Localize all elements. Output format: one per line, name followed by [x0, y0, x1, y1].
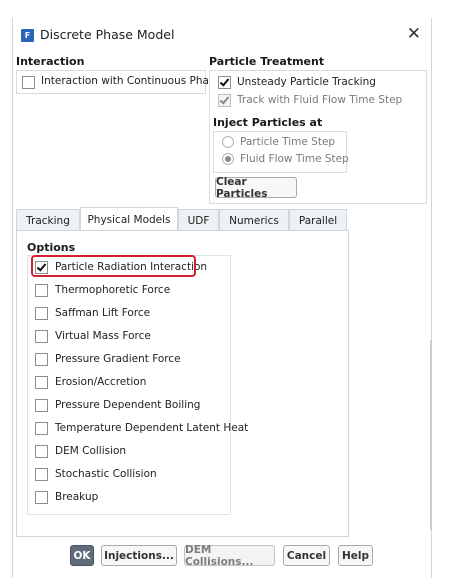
fluid-flow-time-step-label: Fluid Flow Time Step — [240, 153, 349, 165]
title-bar: F Discrete Phase Model ✕ — [13, 18, 431, 52]
erosion-accretion-checkbox[interactable] — [35, 376, 48, 389]
injections-button[interactable]: Injections... — [101, 545, 177, 566]
fluent-app-icon: F — [21, 29, 34, 42]
saffman-lift-force-checkbox[interactable] — [35, 307, 48, 320]
option-pressure-dependent-boiling[interactable]: Pressure Dependent Boiling — [28, 395, 228, 415]
inject-particles-group: Particle Time Step Fluid Flow Time Step — [213, 131, 349, 173]
erosion-accretion-label: Erosion/Accretion — [55, 376, 147, 388]
dem-collisions-button[interactable]: DEM Collisions... — [184, 544, 275, 568]
option-erosion-accretion[interactable]: Erosion/Accretion — [28, 372, 228, 392]
option-thermophoretic-force[interactable]: Thermophoretic Force — [28, 280, 228, 300]
stochastic-collision-checkbox[interactable] — [35, 468, 48, 481]
cancel-button[interactable]: Cancel — [283, 545, 330, 566]
particle-time-step-label: Particle Time Step — [240, 136, 336, 148]
particle-time-step-radio[interactable] — [222, 136, 234, 148]
interaction-heading: Interaction — [16, 55, 85, 68]
fluid-flow-time-step-radio[interactable] — [222, 153, 234, 165]
tab-udf[interactable]: UDF — [178, 209, 219, 231]
pressure-dependent-boiling-label: Pressure Dependent Boiling — [55, 399, 201, 411]
option-dem-collision[interactable]: DEM Collision — [28, 441, 228, 461]
clear-particles-button[interactable]: Clear Particles — [215, 176, 297, 200]
tab-physical-models[interactable]: Physical Models — [80, 207, 178, 231]
discrete-phase-model-dialog: F Discrete Phase Model ✕ Interaction Int… — [12, 18, 432, 578]
dem-collision-checkbox[interactable] — [35, 445, 48, 458]
temperature-dependent-latent-heat-checkbox[interactable] — [35, 422, 48, 435]
saffman-lift-force-label: Saffman Lift Force — [55, 307, 151, 319]
dem-collision-label: DEM Collision — [55, 445, 127, 457]
pressure-dependent-boiling-checkbox[interactable] — [35, 399, 48, 412]
option-saffman-lift-force[interactable]: Saffman Lift Force — [28, 303, 228, 323]
interaction-continuous-phase-checkbox[interactable] — [22, 76, 35, 89]
tab-numerics[interactable]: Numerics — [219, 209, 289, 231]
help-button[interactable]: Help — [338, 545, 373, 566]
option-virtual-mass-force[interactable]: Virtual Mass Force — [28, 326, 228, 346]
inject-particles-heading: Inject Particles at — [213, 116, 323, 129]
option-breakup[interactable]: Breakup — [28, 487, 228, 507]
options-group: Particle Radiation Interaction Thermopho… — [27, 255, 248, 515]
unsteady-particle-tracking-checkbox[interactable] — [218, 76, 231, 89]
particle-treatment-heading: Particle Treatment — [209, 55, 325, 68]
close-icon[interactable]: ✕ — [407, 25, 421, 43]
physical-models-panel: Options Particle Radiation Interaction T… — [16, 230, 349, 537]
tab-parallel[interactable]: Parallel — [289, 209, 347, 231]
track-fluid-flow-time-step-label: Track with Fluid Flow Time Step — [237, 94, 403, 106]
option-stochastic-collision[interactable]: Stochastic Collision — [28, 464, 228, 484]
ok-button[interactable]: OK — [70, 545, 94, 566]
virtual-mass-force-checkbox[interactable] — [35, 330, 48, 343]
virtual-mass-force-label: Virtual Mass Force — [55, 330, 151, 342]
pressure-gradient-force-label: Pressure Gradient Force — [55, 353, 181, 365]
window-edge-scrollbar — [430, 340, 432, 530]
track-fluid-flow-time-step-checkbox[interactable] — [218, 94, 231, 107]
highlight-annotation — [31, 255, 196, 277]
unsteady-particle-tracking-label: Unsteady Particle Tracking — [237, 76, 376, 88]
option-pressure-gradient-force[interactable]: Pressure Gradient Force — [28, 349, 228, 369]
pressure-gradient-force-checkbox[interactable] — [35, 353, 48, 366]
temperature-dependent-latent-heat-label: Temperature Dependent Latent Heat — [55, 422, 249, 434]
stochastic-collision-label: Stochastic Collision — [55, 468, 157, 480]
options-heading: Options — [27, 241, 76, 254]
breakup-checkbox[interactable] — [35, 491, 48, 504]
breakup-label: Breakup — [55, 491, 99, 503]
interaction-continuous-phase-label: Interaction with Continuous Phase — [41, 75, 221, 87]
option-temperature-dependent-latent-heat[interactable]: Temperature Dependent Latent Heat — [28, 418, 248, 438]
dialog-title: Discrete Phase Model — [40, 27, 175, 42]
particle-treatment-group: Unsteady Particle Tracking Track with Fl… — [209, 70, 427, 204]
thermophoretic-force-checkbox[interactable] — [35, 284, 48, 297]
tab-tracking[interactable]: Tracking — [16, 209, 80, 231]
thermophoretic-force-label: Thermophoretic Force — [55, 284, 171, 296]
interaction-group: Interaction with Continuous Phase — [16, 70, 221, 94]
